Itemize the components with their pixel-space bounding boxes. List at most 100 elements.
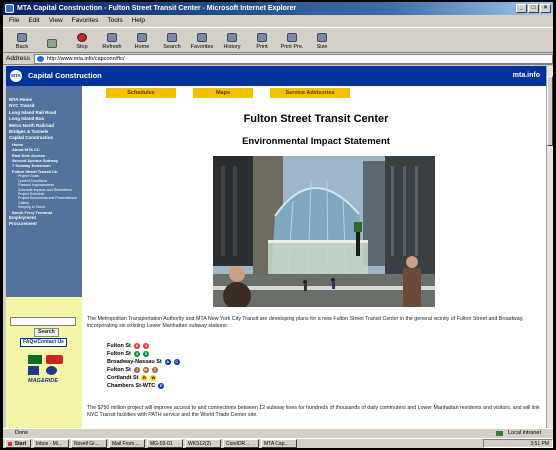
back-button[interactable]: Back [7, 28, 37, 52]
print-preview-label: Print Pre. [280, 44, 304, 50]
faq-contact-link[interactable]: FAQs/Contact Us [20, 338, 67, 347]
tab-maps[interactable]: Maps [193, 88, 253, 98]
maximize-button[interactable]: □ [528, 4, 539, 13]
sidebar-nav: MTA Home NYC Transit Long Island Rail Ro… [6, 86, 82, 228]
system-tray-clock: 3:51 PM [483, 439, 553, 448]
route-r-bullet[interactable]: R [141, 375, 148, 381]
station-row: Cortlandt St R W [107, 374, 180, 382]
start-button[interactable]: Start [5, 439, 31, 448]
status-bar: Done Local intranet [3, 428, 553, 438]
page-icon [36, 55, 44, 62]
mag-ride-logo[interactable]: MAG&RIDE [28, 378, 58, 384]
page-subtitle: Environmental Impact Statement [242, 136, 390, 147]
scrollbar-thumb[interactable] [547, 76, 553, 146]
address-label: Address [6, 55, 30, 62]
refresh-button[interactable]: Refresh [97, 28, 127, 52]
metrocard-logo[interactable] [28, 355, 42, 364]
print-preview-button[interactable]: Print Pre. [277, 28, 307, 52]
route-2-bullet[interactable]: 2 [133, 343, 140, 349]
station-list: Fulton St 2 3 Fulton St 4 5 Broadway-Nas… [107, 342, 180, 390]
taskbar-item[interactable]: CorelDR... [223, 439, 259, 448]
taskbar-item[interactable]: WKS12(2) [185, 439, 221, 448]
history-label: History [223, 44, 241, 50]
route-a-bullet[interactable]: A [164, 359, 171, 365]
print-icon [257, 33, 267, 42]
tab-service-advisories[interactable]: Service Advisories [270, 88, 350, 98]
menu-favorites[interactable]: Favorites [72, 15, 99, 27]
station-row: Fulton St 2 3 [107, 342, 180, 350]
back-label: Back [15, 44, 29, 50]
mta-info-link[interactable]: mta.info [513, 66, 540, 86]
home-label: Home [134, 44, 150, 50]
mta-logo[interactable]: MTA [10, 70, 22, 82]
minimize-button[interactable]: _ [516, 4, 527, 13]
address-input[interactable]: http://www.mta.info/capconn/ftc/ [33, 53, 553, 64]
window-controls: _ □ × [516, 4, 551, 13]
taskbar-item[interactable]: MG-03-01 [147, 439, 183, 448]
station-row: Fulton St 4 5 [107, 350, 180, 358]
size-button[interactable]: Size [307, 28, 337, 52]
route-e-bullet[interactable]: E [158, 383, 165, 389]
search-button[interactable]: Search [157, 28, 187, 52]
forward-button[interactable] [37, 28, 67, 52]
print-button[interactable]: Print [247, 28, 277, 52]
favorites-icon [197, 33, 207, 42]
taskbar-item[interactable]: Inbox - Mi... [33, 439, 69, 448]
menu-file[interactable]: File [9, 15, 19, 27]
route-j-bullet[interactable]: J [133, 367, 140, 373]
site-title: Capital Construction [28, 71, 102, 80]
ezpass-logo[interactable] [46, 355, 63, 364]
stop-button[interactable]: Stop [67, 28, 97, 52]
taskbar-item-active[interactable]: MTA Cap... [261, 439, 297, 448]
station-name: Broadway-Nassau St [107, 359, 162, 365]
toolbar: Back Stop Refresh Home Search Favorites … [3, 27, 553, 53]
page-viewport: MTA Capital Construction mta.info MTA Ho… [6, 66, 546, 428]
route-w-bullet[interactable]: W [150, 375, 157, 381]
favorites-label: Favorites [190, 44, 214, 50]
forward-arrow-icon [47, 39, 57, 48]
close-button[interactable]: × [540, 4, 551, 13]
menu-bar: File Edit View Favorites Tools Help [3, 15, 553, 27]
tab-schedules[interactable]: Schedules [106, 88, 176, 98]
route-5-bullet[interactable]: 5 [142, 351, 149, 357]
nav-fulton-sublist: Project Goals Current Conditions Planned… [12, 174, 82, 209]
taskbar-item[interactable]: Novell Gr... [71, 439, 107, 448]
route-c-bullet[interactable]: C [173, 359, 180, 365]
menu-view[interactable]: View [49, 15, 63, 27]
taskbar-item[interactable]: Mail From... [109, 439, 145, 448]
route-z-bullet[interactable]: Z [151, 367, 158, 373]
address-bar: Address http://www.mta.info/capconn/ftc/ [3, 53, 553, 65]
menu-tools[interactable]: Tools [107, 15, 122, 27]
nav-procurement[interactable]: Procurement [9, 221, 82, 227]
address-url: http://www.mta.info/capconn/ftc/ [46, 55, 125, 62]
stop-label: Stop [76, 44, 88, 50]
station-row: Chambers St-WTC E [107, 382, 180, 390]
route-4-bullet[interactable]: 4 [133, 351, 140, 357]
menu-edit[interactable]: Edit [28, 15, 39, 27]
route-3-bullet[interactable]: 3 [142, 343, 149, 349]
wheelchair-icon[interactable] [28, 366, 39, 375]
search-icon [167, 33, 177, 42]
print-preview-icon [287, 33, 297, 42]
site-search-input[interactable] [10, 317, 76, 326]
title-bar: MTA Capital Construction - Fulton Street… [3, 2, 553, 15]
menu-help[interactable]: Help [132, 15, 145, 27]
taskbar: Start Inbox - Mi... Novell Gr... Mail Fr… [3, 438, 553, 448]
ie-icon [5, 4, 14, 13]
history-button[interactable]: History [217, 28, 247, 52]
security-zone: Local intranet [494, 429, 541, 438]
home-button[interactable]: Home [127, 28, 157, 52]
site-search-button[interactable]: Search [34, 328, 59, 337]
size-icon [317, 33, 327, 42]
transit-info-icon[interactable] [46, 366, 57, 375]
station-name: Chambers St-WTC [107, 383, 156, 389]
vertical-scrollbar[interactable] [546, 66, 553, 428]
route-m-bullet[interactable]: M [142, 367, 149, 373]
intro-paragraph: The Metropolitan Transportation Authorit… [87, 316, 524, 329]
station-row: Broadway-Nassau St A C [107, 358, 180, 366]
page-title: Fulton Street Transit Center [243, 113, 389, 125]
print-label: Print [256, 44, 268, 50]
transit-center-rendering [213, 156, 435, 307]
favorites-button[interactable]: Favorites [187, 28, 217, 52]
browser-window: MTA Capital Construction - Fulton Street… [3, 2, 553, 448]
